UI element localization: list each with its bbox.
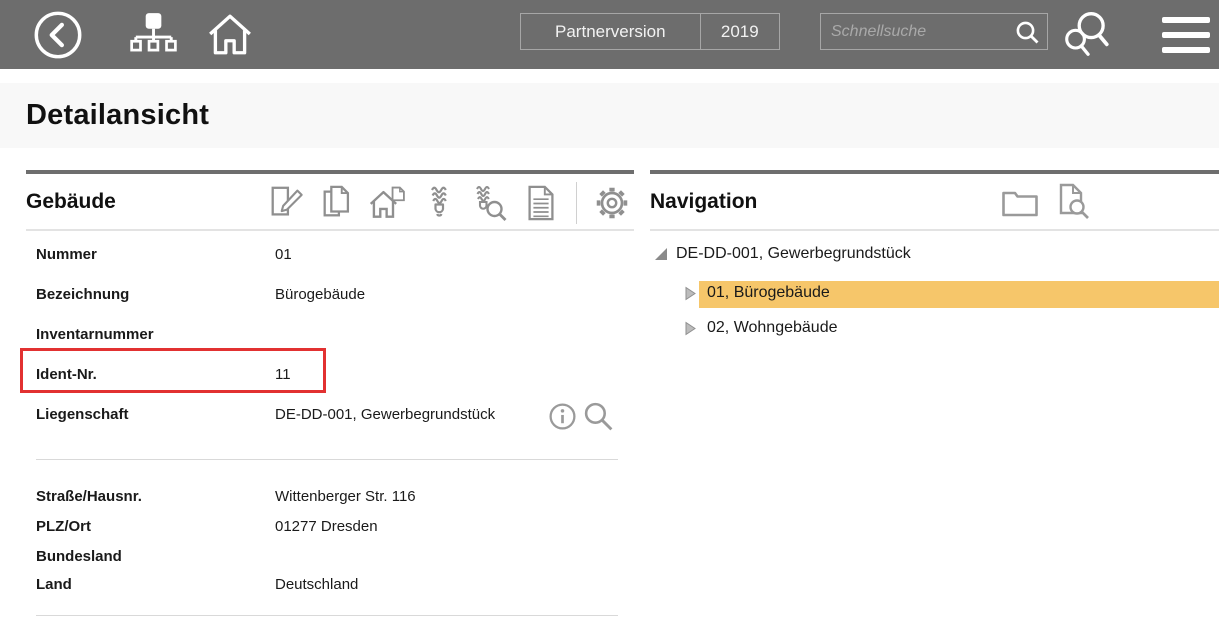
section-divider [36,459,618,460]
sitemap-button[interactable] [126,0,180,69]
field-value: Wittenberger Str. 116 [275,488,416,505]
home-icon [206,11,254,59]
app-window: Partnerversion 2019 [0,0,1219,622]
quick-search [820,13,1048,50]
tree-node-label: 02, Wohngebäude [707,319,837,337]
navigation-panel-header: Navigation [650,174,1219,231]
tree-node-label: DE-DD-001, Gewerbegrundstück [676,245,911,263]
field-label: Straße/Hausnr. [36,488,142,505]
field-row-nummer: Nummer 01 [26,246,634,266]
field-row-bundesland: Bundesland [26,548,634,568]
copy-icon[interactable] [317,183,357,223]
navigation-panel: Navigation [650,170,1219,622]
partner-version-box[interactable]: Partnerversion 2019 [520,13,780,50]
edit-document-icon[interactable] [266,183,306,223]
field-value: Deutschland [275,576,358,593]
top-bar: Partnerversion 2019 [0,0,1219,69]
search-icon[interactable] [582,400,615,433]
search-icon [1014,19,1041,46]
field-row-land: Land Deutschland [26,576,634,596]
field-row-inventarnummer: Inventarnummer [26,326,634,346]
tree-node-selected[interactable]: 01, Bürogebäude [682,284,830,302]
menu-button[interactable] [1155,0,1217,69]
field-label: PLZ/Ort [36,518,91,535]
advanced-search-icon [1063,9,1111,61]
section-divider [36,615,618,616]
tree-collapsed-icon[interactable] [682,321,698,336]
field-row-ident-nr: Ident-Nr. 11 [26,366,634,386]
navigation-toolbar [1000,182,1094,222]
field-row-strasse: Straße/Hausnr. Wittenberger Str. 116 [26,488,634,508]
settings-gear-icon[interactable] [592,183,632,223]
gebaeude-panel-title: Gebäude [26,190,116,214]
sitemap-icon [128,10,178,60]
tree-collapsed-icon[interactable] [682,286,698,301]
field-value: 11 [275,366,291,383]
page-title: Detailansicht [26,99,209,132]
energy-search-icon[interactable] [470,183,510,223]
tree-expanded-icon[interactable] [653,247,669,261]
gebaeude-toolbar [266,182,632,224]
folder-icon[interactable] [1000,182,1040,222]
field-row-bezeichnung: Bezeichnung Bürogebäude [26,286,634,306]
field-value: 01277 Dresden [275,518,378,535]
gebaeude-panel: Gebäude [26,170,634,622]
field-value: DE-DD-001, Gewerbegrundstück [275,406,495,423]
field-label: Ident-Nr. [36,366,97,383]
field-value: Bürogebäude [275,286,365,303]
info-icon[interactable] [547,401,578,432]
title-band: Detailansicht [0,83,1219,148]
document-search-icon[interactable] [1054,182,1094,222]
report-icon[interactable] [521,183,561,223]
field-label: Land [36,576,72,593]
field-row-liegenschaft: Liegenschaft DE-DD-001, Gewerbegrundstüc… [26,406,634,426]
tree-node-root[interactable]: DE-DD-001, Gewerbegrundstück [653,245,911,263]
gebaeude-panel-header: Gebäude [26,174,634,231]
energy-bulb-icon[interactable] [419,183,459,223]
toolbar-divider [576,182,577,224]
field-value: 01 [275,246,292,263]
back-icon [31,8,85,62]
home-document-icon[interactable] [368,183,408,223]
field-label: Nummer [36,246,97,263]
field-label: Liegenschaft [36,406,129,423]
advanced-search-button[interactable] [1062,0,1112,69]
tree-node-label: 01, Bürogebäude [707,284,830,302]
partner-version-year: 2019 [700,14,779,49]
navigation-panel-title: Navigation [650,190,757,214]
field-label: Bundesland [36,548,122,565]
partner-version-label: Partnerversion [521,14,700,49]
tree-node-wohngebaeude[interactable]: 02, Wohngebäude [682,319,837,337]
field-label: Bezeichnung [36,286,129,303]
field-label: Inventarnummer [36,326,154,343]
home-button[interactable] [204,0,256,69]
back-button[interactable] [30,0,86,69]
field-row-plz-ort: PLZ/Ort 01277 Dresden [26,518,634,538]
